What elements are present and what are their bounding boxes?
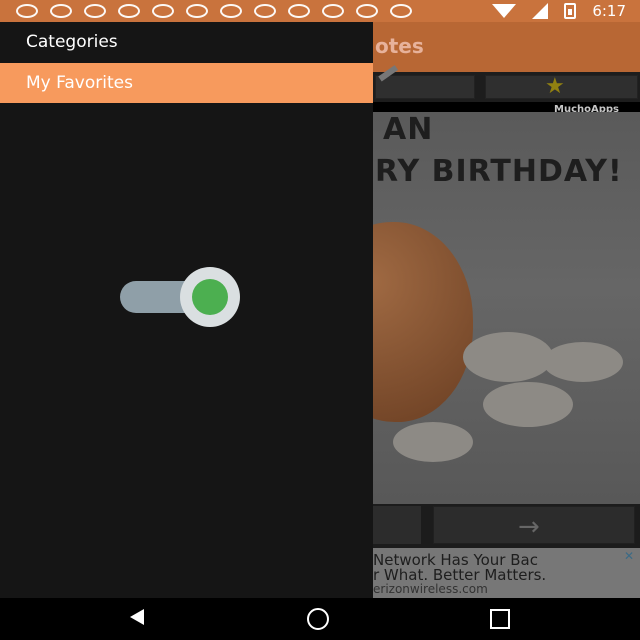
drawer-item-categories[interactable]: Categories <box>0 22 373 62</box>
card-text-line1: AN <box>383 112 434 147</box>
status-time: 6:17 <box>592 2 626 20</box>
notification-icon <box>118 4 140 18</box>
arrow-right-icon: → <box>518 512 540 542</box>
status-bar: 6:17 <box>0 0 640 22</box>
battery-icon <box>564 3 577 19</box>
toggle-indicator <box>192 279 228 315</box>
notification-icon <box>390 4 412 18</box>
back-icon[interactable] <box>119 609 144 625</box>
notification-icon <box>356 4 378 18</box>
ad-close-icon[interactable]: ✕ <box>624 550 636 562</box>
notification-icon <box>288 4 310 18</box>
status-icons: 6:17 <box>492 0 626 22</box>
notification-icon <box>16 4 38 18</box>
ad-banner[interactable]: Network Has Your Bac r What. Better Matt… <box>373 548 640 598</box>
card-text-line2: RY BIRTHDAY! <box>375 154 623 189</box>
card-image: AN RY BIRTHDAY! <box>373 112 640 504</box>
notification-icon <box>152 4 174 18</box>
recent-apps-icon[interactable] <box>490 609 510 629</box>
signal-icon <box>532 3 549 19</box>
drawer-item-label: My Favorites <box>26 73 133 93</box>
egg-image <box>373 222 473 422</box>
toolbar <box>373 72 640 102</box>
wifi-icon <box>492 4 517 18</box>
toggle-switch[interactable] <box>120 267 255 327</box>
notification-icon <box>84 4 106 18</box>
home-icon[interactable] <box>307 608 329 630</box>
drawer-item-my-favorites[interactable]: My Favorites <box>0 63 373 103</box>
notification-icon <box>186 4 208 18</box>
notification-icon <box>50 4 72 18</box>
app-title: otes <box>375 34 424 58</box>
ad-url: erizonwireless.com <box>373 582 488 596</box>
drawer-item-label: Categories <box>26 32 118 52</box>
notification-icon <box>322 4 344 18</box>
star-icon: ★ <box>545 74 565 99</box>
toggle-thumb <box>180 267 240 327</box>
notification-icon <box>220 4 242 18</box>
prev-button[interactable] <box>373 506 421 544</box>
edit-button[interactable] <box>375 75 475 99</box>
notification-icons <box>0 4 412 18</box>
notification-icon <box>254 4 276 18</box>
navigation-drawer: Categories My Favorites <box>0 22 373 598</box>
